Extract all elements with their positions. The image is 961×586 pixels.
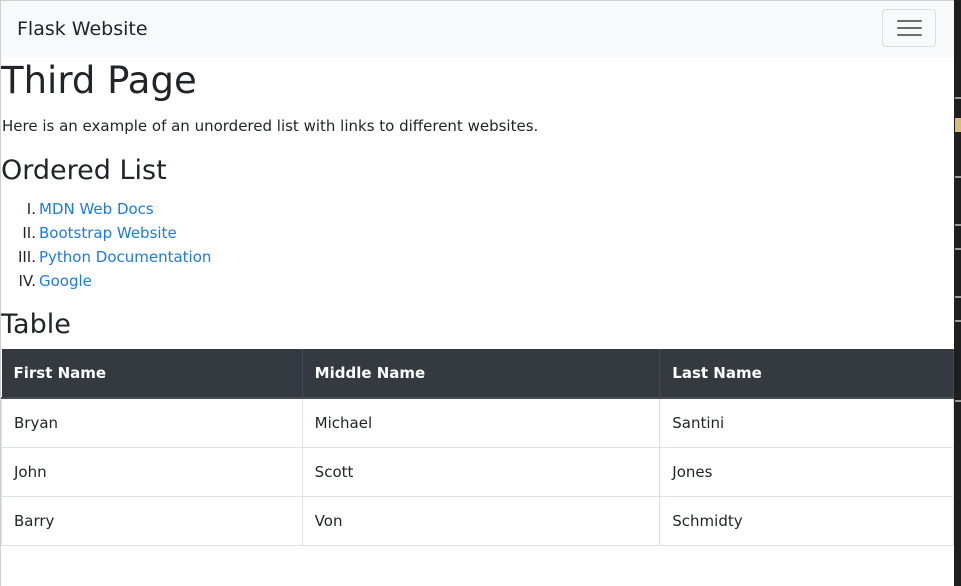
list-item: I. MDN Web Docs (1, 197, 211, 221)
navbar: Flask Website (1, 1, 954, 57)
list-item-number: IV. (18, 272, 36, 290)
link-google[interactable]: Google (39, 272, 92, 290)
table-header-row: First Name Middle Name Last Name (1, 349, 954, 399)
column-header-last-name: Last Name (659, 349, 954, 399)
navbar-toggler-button[interactable] (882, 9, 936, 47)
editor-side-strip (954, 0, 961, 586)
table-cell: Santini (659, 398, 954, 448)
ordered-list-heading: Ordered List (1, 155, 167, 186)
table-cell: Von (301, 496, 661, 546)
list-item-number: III. (17, 248, 36, 266)
table-row: Bryan Michael Santini (1, 398, 954, 448)
link-python-documentation[interactable]: Python Documentation (39, 248, 211, 266)
column-header-first-name: First Name (1, 349, 303, 399)
link-bootstrap-website[interactable]: Bootstrap Website (39, 224, 177, 242)
table-cell: Bryan (1, 398, 303, 448)
column-header-middle-name: Middle Name (302, 349, 661, 399)
link-mdn-web-docs[interactable]: MDN Web Docs (39, 200, 154, 218)
table-cell: John (1, 447, 303, 497)
list-item: III. Python Documentation (1, 245, 211, 269)
table-row: John Scott Jones (1, 447, 954, 497)
table-cell: Michael (301, 398, 661, 448)
intro-text: Here is an example of an unordered list … (2, 117, 539, 135)
table-row: Barry Von Schmidty (1, 496, 954, 546)
names-table: First Name Middle Name Last Name Bryan M… (1, 349, 954, 546)
list-item: IV. Google (1, 269, 211, 293)
table-cell: Jones (659, 447, 954, 497)
page-title: Third Page (1, 59, 197, 102)
table-heading: Table (1, 309, 71, 340)
table-cell: Barry (1, 496, 303, 546)
list-item: II. Bootstrap Website (1, 221, 211, 245)
navbar-brand[interactable]: Flask Website (17, 18, 148, 40)
list-item-number: II. (22, 224, 36, 242)
browser-viewport: Flask Website Third Page Here is an exam… (0, 0, 954, 586)
table-cell: Schmidty (659, 496, 954, 546)
list-item-number: I. (26, 200, 36, 218)
ordered-link-list: I. MDN Web Docs II. Bootstrap Website III.… (1, 197, 211, 293)
table-cell: Scott (301, 447, 661, 497)
